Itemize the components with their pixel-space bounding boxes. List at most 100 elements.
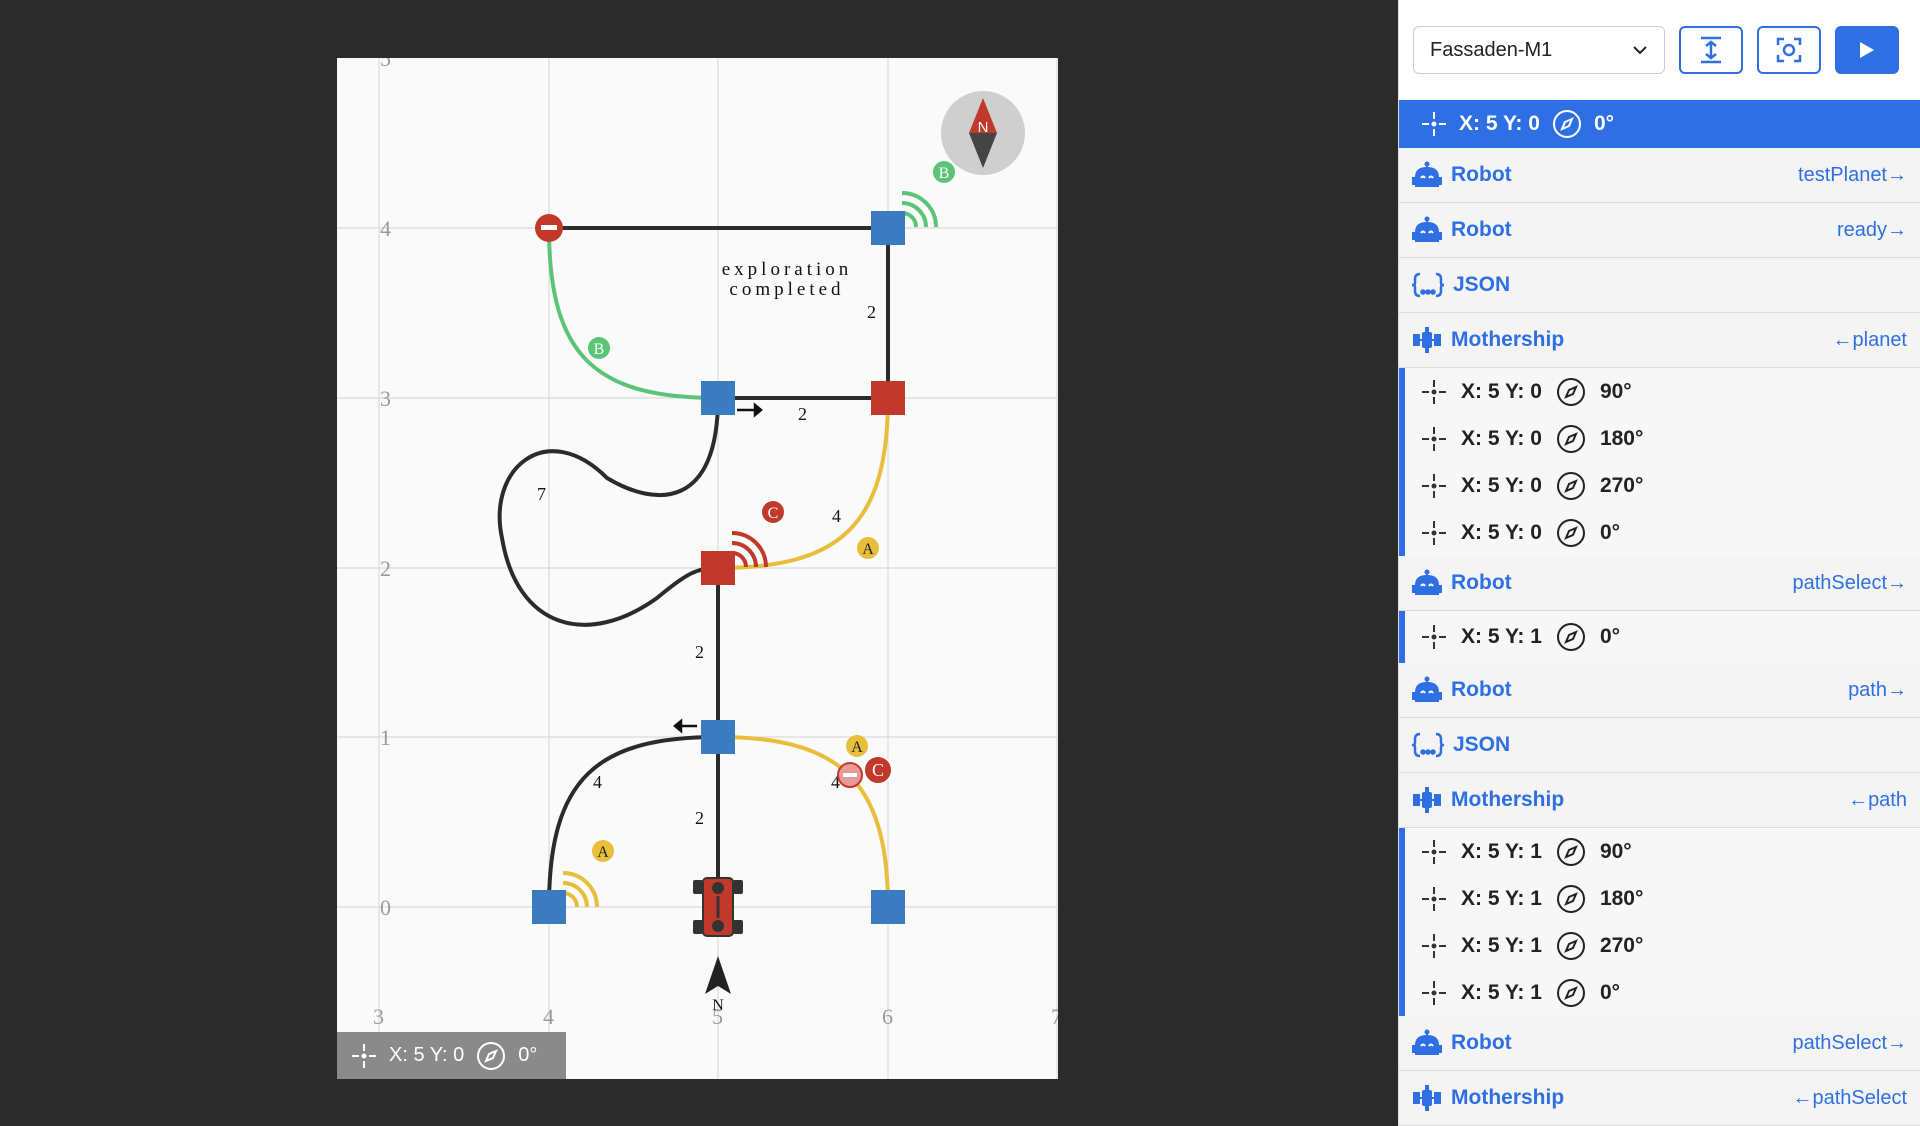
compass-icon: [1556, 424, 1586, 454]
log-entry[interactable]: Mothership ←path: [1399, 773, 1920, 828]
path-edge-loop[interactable]: [497, 396, 720, 627]
planet-select[interactable]: Fassaden-M1: [1413, 26, 1665, 74]
overlay-heading: 0°: [518, 1044, 538, 1066]
entry-heading: 180°: [1599, 426, 1644, 450]
y-tick: 0: [380, 895, 391, 920]
log-entry[interactable]: Mothership ←pathSelect: [1399, 1071, 1920, 1126]
position-entry[interactable]: X: 5 Y: 0 270°: [1405, 462, 1920, 509]
marker-label: C: [768, 505, 779, 522]
compass-icon[interactable]: N: [941, 91, 1025, 175]
fit-height-icon: [1698, 35, 1724, 65]
x-tick: 7: [1051, 1004, 1058, 1029]
compass-label: N: [978, 119, 989, 136]
log-entry[interactable]: Robot path→: [1399, 663, 1920, 718]
focus-icon: [1775, 36, 1803, 64]
log-entry[interactable]: Robot testPlanet→: [1399, 148, 1920, 203]
overlay-coords: X: 5 Y: 0: [389, 1044, 465, 1066]
entry-heading: 90°: [1599, 379, 1632, 403]
node-red[interactable]: [871, 381, 905, 415]
play-icon: [1858, 40, 1876, 60]
crosshair-icon: [1421, 980, 1447, 1006]
node-blue[interactable]: [532, 890, 566, 924]
log-entry-type: Mothership: [1451, 1086, 1565, 1109]
planet-select-value: Fassaden-M1: [1430, 38, 1553, 61]
play-button[interactable]: [1835, 26, 1899, 74]
position-entry[interactable]: X: 5 Y: 1 0°: [1405, 969, 1920, 1016]
crosshair-icon: [1421, 886, 1447, 912]
log-entry[interactable]: JSON: [1399, 718, 1920, 773]
current-position-row[interactable]: X: 5 Y: 0 0°: [1399, 100, 1920, 148]
position-entry[interactable]: X: 5 Y: 0 0°: [1405, 509, 1920, 556]
log-entry-message: pathSelect→: [1792, 1031, 1907, 1054]
position-entry[interactable]: X: 5 Y: 1 90°: [1405, 828, 1920, 875]
entry-heading: 0°: [1599, 625, 1621, 648]
heading-label: N: [712, 997, 724, 1014]
json-icon: [1411, 731, 1445, 759]
log-entry[interactable]: Robot pathSelect→: [1399, 556, 1920, 611]
entry-heading: 270°: [1599, 933, 1644, 957]
compass-icon: [1556, 978, 1586, 1008]
entry-coords: X: 5 Y: 0: [1461, 426, 1542, 450]
log-entry[interactable]: Mothership ←planet: [1399, 313, 1920, 368]
position-entry[interactable]: X: 5 Y: 0 180°: [1405, 415, 1920, 462]
status-text-line1: exploration: [722, 259, 853, 280]
node-blue[interactable]: [701, 720, 735, 754]
log-entry-message: ←pathSelect: [1792, 1086, 1907, 1109]
marker-label: C: [872, 760, 884, 780]
current-coords: X: 5 Y: 0: [1459, 112, 1540, 135]
compass-icon: [1552, 109, 1582, 139]
log-entry-type: JSON: [1453, 273, 1511, 296]
log-entry-type: Robot: [1451, 218, 1512, 241]
node-blue[interactable]: [871, 890, 905, 924]
path-edge-green[interactable]: [547, 226, 720, 400]
robot-icon: [1411, 216, 1443, 244]
node-blue[interactable]: [871, 211, 905, 245]
node-red[interactable]: [701, 551, 735, 585]
path-edge-yellow[interactable]: [716, 735, 890, 909]
compass-icon: [1556, 931, 1586, 961]
marker-label: B: [939, 165, 950, 182]
log-entry-message: ←path: [1848, 788, 1907, 811]
map-canvas[interactable]: 3 4 5 6 7 0 1 2 3 4 5 2 2 7 4 2 4 2 4 ex…: [337, 58, 1058, 1079]
entry-heading: 0°: [1599, 520, 1621, 544]
position-entry[interactable]: X: 5 Y: 0 90°: [1405, 368, 1920, 415]
path-weight: 4: [832, 506, 841, 526]
fit-height-button[interactable]: [1679, 26, 1743, 74]
path-weight: 2: [695, 808, 704, 828]
position-entry[interactable]: X: 5 Y: 1 180°: [1405, 875, 1920, 922]
path-edge[interactable]: [547, 735, 720, 909]
log-entry-message: pathSelect→: [1792, 571, 1907, 594]
path-weight: 7: [537, 484, 546, 504]
marker-label: B: [594, 341, 605, 358]
compass-icon: [1556, 622, 1586, 652]
robot-icon: [1411, 676, 1443, 704]
log-entry-message: path→: [1848, 678, 1907, 701]
json-icon: [1411, 271, 1445, 299]
entry-heading: 0°: [1599, 980, 1621, 1004]
log-entry[interactable]: JSON: [1399, 258, 1920, 313]
mothership-icon: [1411, 1084, 1443, 1112]
position-entry[interactable]: X: 5 Y: 1 270°: [1405, 922, 1920, 969]
compass-icon: [1556, 884, 1586, 914]
log-entry-type: Mothership: [1451, 328, 1565, 351]
log-entry[interactable]: Robot pathSelect→: [1399, 1016, 1920, 1071]
heading-arrow-icon: N: [705, 956, 731, 1014]
crosshair-icon: [1421, 473, 1447, 499]
current-heading: 0°: [1593, 112, 1615, 135]
planet-map[interactable]: 3 4 5 6 7 0 1 2 3 4 5 2 2 7 4 2 4 2 4 ex…: [337, 58, 1058, 1079]
blocked-icon: [535, 214, 563, 242]
blocked-icon: [837, 762, 863, 788]
signal-icon: [731, 531, 768, 568]
arrow-head: [673, 718, 683, 734]
focus-robot-button[interactable]: [1757, 26, 1821, 74]
crosshair-icon: [1421, 426, 1447, 452]
status-text-line2: completed: [729, 279, 844, 300]
path-weight: 2: [695, 642, 704, 662]
node-blue[interactable]: [701, 381, 735, 415]
position-entry[interactable]: X: 5 Y: 1 0°: [1405, 611, 1920, 663]
marker-label: A: [862, 541, 874, 558]
log-entry[interactable]: Robot ready→: [1399, 203, 1920, 258]
x-tick: 6: [882, 1004, 893, 1029]
robot-icon: [1411, 569, 1443, 597]
entry-coords: X: 5 Y: 1: [1461, 839, 1542, 863]
